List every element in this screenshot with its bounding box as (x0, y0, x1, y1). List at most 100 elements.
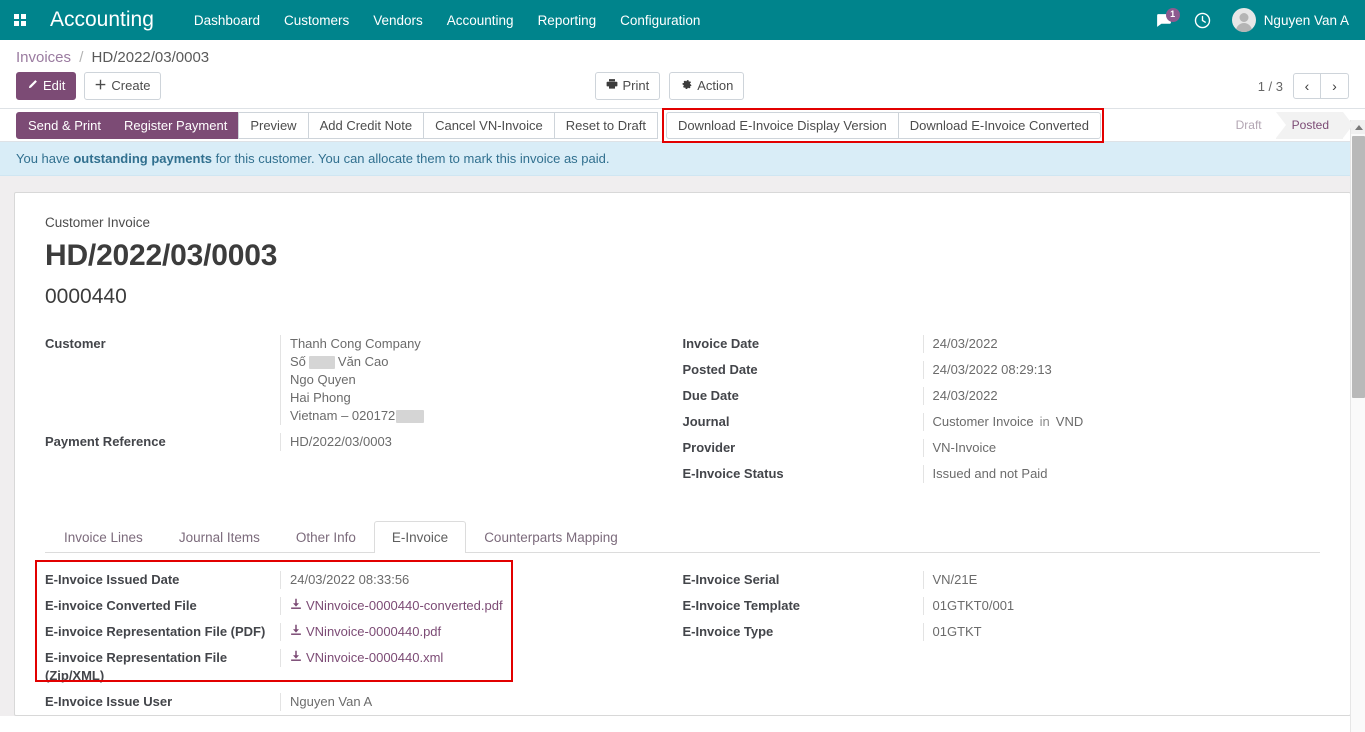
breadcrumb-parent-invoices[interactable]: Invoices (16, 49, 71, 66)
download-icon (290, 623, 302, 641)
scroll-up-arrow-icon[interactable] (1351, 120, 1365, 134)
field-label-einvoice-status: E-Invoice Status (683, 465, 923, 483)
apps-grid-icon[interactable] (0, 0, 40, 40)
menu-item-customers[interactable]: Customers (272, 3, 361, 38)
field-row-einvoice-representation-zipxml: E-invoice Representation File (Zip/XML) … (45, 649, 643, 685)
field-value-due-date[interactable]: 24/03/2022 (923, 387, 1321, 405)
vertical-scrollbar[interactable] (1350, 120, 1365, 732)
menu-item-configuration[interactable]: Configuration (608, 3, 712, 38)
field-value-einvoice-type[interactable]: 01GTKT (923, 623, 1321, 641)
pager-buttons: ‹ › (1293, 73, 1349, 99)
field-label-journal: Journal (683, 413, 923, 431)
pencil-icon (27, 77, 38, 95)
create-button[interactable]: Create (84, 72, 161, 100)
field-value-einvoice-converted-file[interactable]: VNinvoice-0000440-converted.pdf (280, 597, 643, 615)
right-field-column: Invoice Date 24/03/2022 Posted Date 24/0… (683, 335, 1321, 491)
field-row-due-date: Due Date 24/03/2022 (683, 387, 1321, 405)
tab-journal-items[interactable]: Journal Items (161, 521, 278, 553)
field-label-einvoice-template: E-Invoice Template (683, 597, 923, 615)
chat-bubble-icon[interactable]: 1 (1144, 0, 1183, 40)
field-label-einvoice-converted-file: E-invoice Converted File (45, 597, 280, 615)
customer-company-name: Thanh Cong Company (290, 335, 643, 353)
left-field-column: Customer Thanh Cong Company SốVăn Cao Ng… (45, 335, 683, 491)
einvoice-converted-file-link[interactable]: VNinvoice-0000440-converted.pdf (306, 598, 503, 613)
einvoice-representation-pdf-link[interactable]: VNinvoice-0000440.pdf (306, 624, 441, 639)
action-button[interactable]: Action (669, 72, 744, 100)
menu-item-vendors[interactable]: Vendors (361, 3, 435, 38)
field-value-payment-reference[interactable]: HD/2022/03/0003 (280, 433, 643, 451)
breadcrumb: Invoices / HD/2022/03/0003 (0, 40, 1365, 72)
field-label-due-date: Due Date (683, 387, 923, 405)
alert-text-after: for this customer. You can allocate them… (212, 151, 609, 166)
printer-icon (606, 77, 618, 95)
record-pager: 1 / 3 ‹ › (1258, 73, 1349, 99)
journal-currency: VND (1056, 414, 1083, 429)
statusbar: Send & Print Register Payment Preview Ad… (0, 109, 1365, 142)
field-value-posted-date[interactable]: 24/03/2022 08:29:13 (923, 361, 1321, 379)
navbar-right-group: 1 Nguyen Van A (1144, 0, 1357, 40)
status-step-draft[interactable]: Draft (1220, 112, 1276, 139)
field-row-invoice-date: Invoice Date 24/03/2022 (683, 335, 1321, 353)
field-label-einvoice-issue-user: E-Invoice Issue User (45, 693, 280, 711)
einvoice-right-column: E-Invoice Serial VN/21E E-Invoice Templa… (683, 571, 1321, 716)
reset-to-draft-button[interactable]: Reset to Draft (554, 112, 658, 139)
alert-text-before: You have (16, 151, 73, 166)
status-step-posted[interactable]: Posted (1276, 112, 1343, 139)
tab-einvoice[interactable]: E-Invoice (374, 521, 466, 553)
record-sheet: Customer Invoice HD/2022/03/0003 0000440… (14, 192, 1351, 716)
download-einvoice-converted-button[interactable]: Download E-Invoice Converted (898, 112, 1101, 139)
tab-counterparts-mapping[interactable]: Counterparts Mapping (466, 521, 636, 553)
field-row-einvoice-status: E-Invoice Status Issued and not Paid (683, 465, 1321, 483)
clock-icon[interactable] (1183, 0, 1222, 40)
tab-invoice-lines[interactable]: Invoice Lines (46, 521, 161, 553)
field-row-einvoice-representation-pdf: E-invoice Representation File (PDF) VNin… (45, 623, 643, 641)
register-payment-button[interactable]: Register Payment (112, 112, 239, 139)
menu-item-dashboard[interactable]: Dashboard (182, 3, 272, 38)
send-and-print-button[interactable]: Send & Print (16, 112, 113, 139)
field-value-invoice-date[interactable]: 24/03/2022 (923, 335, 1321, 353)
journal-name: Customer Invoice (933, 414, 1034, 429)
main-menu: Dashboard Customers Vendors Accounting R… (182, 3, 713, 38)
field-value-einvoice-representation-zipxml[interactable]: VNinvoice-0000440.xml (280, 649, 643, 667)
chevron-right-icon[interactable]: › (1321, 73, 1349, 99)
status-steps: Draft Posted (1220, 112, 1343, 139)
field-value-einvoice-status[interactable]: Issued and not Paid (923, 465, 1321, 483)
field-value-customer[interactable]: Thanh Cong Company SốVăn Cao Ngo Quyen H… (280, 335, 643, 425)
field-value-einvoice-serial[interactable]: VN/21E (923, 571, 1321, 589)
field-value-journal[interactable]: Customer InvoiceinVND (923, 413, 1321, 431)
menu-item-accounting[interactable]: Accounting (435, 3, 526, 38)
field-row-journal: Journal Customer InvoiceinVND (683, 413, 1321, 431)
field-label-einvoice-issued-date: E-Invoice Issued Date (45, 571, 280, 589)
alert-text-bold[interactable]: outstanding payments (73, 151, 212, 166)
einvoice-representation-zipxml-link[interactable]: VNinvoice-0000440.xml (306, 650, 443, 665)
field-label-einvoice-serial: E-Invoice Serial (683, 571, 923, 589)
user-menu[interactable]: Nguyen Van A (1222, 8, 1357, 32)
field-label-payment-reference: Payment Reference (45, 433, 280, 451)
field-value-einvoice-issue-user[interactable]: Nguyen Van A (280, 693, 643, 711)
print-button[interactable]: Print (595, 72, 661, 100)
print-action-group: Print Action (595, 72, 745, 100)
field-label-einvoice-representation-zipxml: E-invoice Representation File (Zip/XML) (45, 649, 280, 685)
app-brand-accounting[interactable]: Accounting (50, 8, 154, 32)
notebook-tabs: Invoice Lines Journal Items Other Info E… (45, 521, 1320, 553)
field-row-payment-reference: Payment Reference HD/2022/03/0003 (45, 433, 643, 451)
menu-item-reporting[interactable]: Reporting (526, 3, 609, 38)
field-value-provider[interactable]: VN-Invoice (923, 439, 1321, 457)
field-value-einvoice-template[interactable]: 01GTKT0/001 (923, 597, 1321, 615)
field-value-einvoice-representation-pdf[interactable]: VNinvoice-0000440.pdf (280, 623, 643, 641)
field-row-einvoice-type: E-Invoice Type 01GTKT (683, 623, 1321, 641)
preview-button[interactable]: Preview (238, 112, 308, 139)
edit-button[interactable]: Edit (16, 72, 76, 100)
plus-icon (95, 77, 106, 95)
tab-other-info[interactable]: Other Info (278, 521, 374, 553)
add-credit-note-button[interactable]: Add Credit Note (308, 112, 425, 139)
field-label-einvoice-representation-pdf: E-invoice Representation File (PDF) (45, 623, 280, 641)
scroll-thumb[interactable] (1352, 136, 1365, 398)
field-value-einvoice-issued-date[interactable]: 24/03/2022 08:33:56 (280, 571, 643, 589)
download-icon (290, 649, 302, 667)
field-row-einvoice-issued-date: E-Invoice Issued Date 24/03/2022 08:33:5… (45, 571, 643, 589)
download-einvoice-display-version-button[interactable]: Download E-Invoice Display Version (666, 112, 899, 139)
cancel-vn-invoice-button[interactable]: Cancel VN-Invoice (423, 112, 555, 139)
customer-city: Hai Phong (290, 389, 643, 407)
chevron-left-icon[interactable]: ‹ (1293, 73, 1321, 99)
